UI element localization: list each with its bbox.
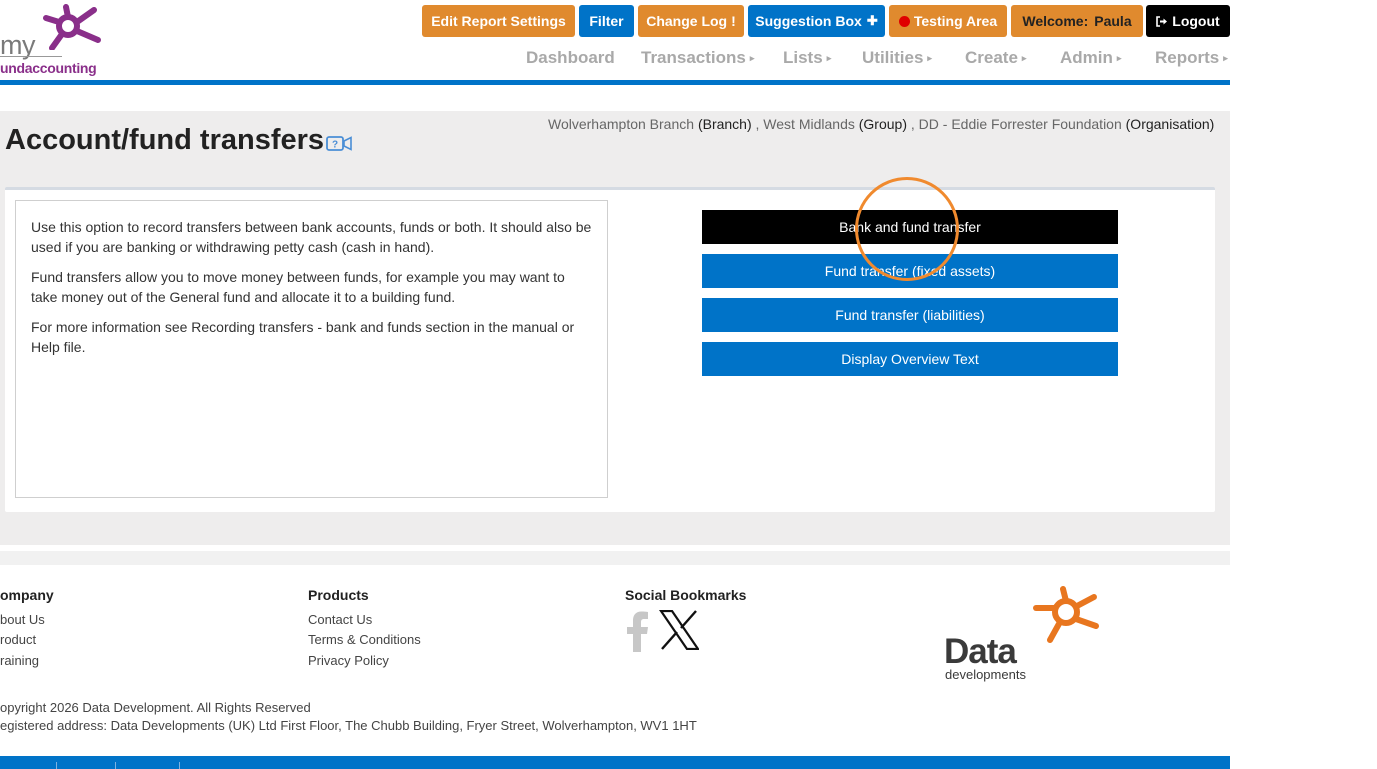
logout-icon bbox=[1156, 15, 1168, 27]
click-highlight-ring bbox=[855, 177, 959, 281]
x-icon[interactable] bbox=[658, 609, 701, 655]
suggestion-box-button[interactable]: Suggestion Box ✚ bbox=[748, 5, 885, 37]
data-logo-mark-icon bbox=[1033, 586, 1099, 643]
change-log-label: Change Log bbox=[646, 13, 728, 29]
footer-company-heading: ompany bbox=[0, 587, 54, 603]
nav-admin[interactable]: Admin ▸ bbox=[1060, 48, 1121, 68]
logout-button[interactable]: Logout bbox=[1146, 5, 1230, 37]
edit-report-settings-label: Edit Report Settings bbox=[431, 13, 566, 29]
footer-social-heading: Social Bookmarks bbox=[625, 587, 747, 603]
nav-reports-label: Reports bbox=[1155, 48, 1220, 67]
footer-products-heading: Products bbox=[308, 587, 369, 603]
svg-text:?: ? bbox=[332, 140, 338, 151]
page-title-text: Account/fund transfers bbox=[5, 124, 325, 156]
welcome-username: Paula bbox=[1094, 13, 1132, 29]
data-logo-sub: developments bbox=[945, 667, 1026, 682]
caret-right-icon: ▸ bbox=[927, 53, 932, 64]
nav-lists-label: Lists bbox=[783, 48, 823, 67]
welcome-user-button[interactable]: Welcome: Paula bbox=[1011, 5, 1143, 37]
change-log-button[interactable]: Change Log ! bbox=[638, 5, 744, 37]
nav-transactions-label: Transactions bbox=[641, 48, 746, 67]
bottom-bar-divider bbox=[115, 762, 116, 769]
nav-admin-label: Admin bbox=[1060, 48, 1113, 67]
nav-dashboard[interactable]: Dashboard bbox=[526, 48, 615, 68]
fund-transfer-liabilities-button[interactable]: Fund transfer (liabilities) bbox=[702, 298, 1118, 332]
branch-name[interactable]: Wolverhampton Branch bbox=[548, 116, 694, 132]
data-logo-word: Data bbox=[944, 632, 1017, 671]
caret-right-icon: ▸ bbox=[826, 53, 832, 64]
testing-area-label: Testing Area bbox=[913, 13, 998, 29]
footer-separator bbox=[0, 551, 1230, 565]
bottom-bar-divider bbox=[56, 762, 57, 769]
caret-right-icon: ▸ bbox=[1116, 53, 1122, 64]
overview-text-box: Use this option to record transfers betw… bbox=[15, 200, 608, 498]
caret-right-icon: ▸ bbox=[1021, 53, 1027, 64]
logout-label: Logout bbox=[1172, 13, 1220, 29]
organisation-type: (Organisation) bbox=[1125, 116, 1215, 132]
filter-button[interactable]: Filter bbox=[579, 5, 634, 37]
context-breadcrumb: Wolverhampton Branch (Branch) , West Mid… bbox=[548, 116, 1215, 132]
exclamation-icon: ! bbox=[731, 13, 736, 29]
help-video-icon[interactable]: ? bbox=[326, 135, 352, 157]
app-logo[interactable]: my undaccounting bbox=[0, 4, 106, 76]
footer-link-privacy[interactable]: Privacy Policy bbox=[308, 653, 389, 668]
footer-copyright: opyright 2026 Data Development. All Righ… bbox=[0, 700, 311, 715]
bottom-bar-divider bbox=[179, 762, 180, 769]
footer-link-contact[interactable]: Contact Us bbox=[308, 612, 372, 627]
footer-link-terms[interactable]: Terms & Conditions bbox=[308, 632, 421, 647]
welcome-prefix: Welcome: bbox=[1022, 13, 1089, 29]
branch-type: (Branch) bbox=[697, 116, 752, 132]
nav-utilities-label: Utilities bbox=[862, 48, 924, 67]
logo-text-accounting: undaccounting bbox=[0, 60, 97, 76]
testing-area-button[interactable]: Testing Area bbox=[889, 5, 1007, 37]
data-developments-logo[interactable]: Data developments bbox=[944, 586, 1114, 684]
header-divider bbox=[0, 80, 1230, 85]
caret-right-icon: ▸ bbox=[749, 53, 755, 64]
footer-address: egistered address: Data Developments (UK… bbox=[0, 718, 697, 733]
overview-paragraph: For more information see Recording trans… bbox=[31, 319, 575, 355]
footer-link-about[interactable]: bout Us bbox=[0, 612, 45, 627]
nav-utilities[interactable]: Utilities ▸ bbox=[862, 48, 932, 68]
filter-label: Filter bbox=[589, 13, 624, 29]
nav-reports[interactable]: Reports ▸ bbox=[1155, 48, 1228, 68]
overview-paragraph: Use this option to record transfers betw… bbox=[31, 219, 592, 255]
suggestion-box-label: Suggestion Box bbox=[755, 13, 862, 29]
nav-transactions[interactable]: Transactions ▸ bbox=[641, 48, 754, 68]
nav-create-label: Create bbox=[965, 48, 1018, 67]
nav-dashboard-label: Dashboard bbox=[526, 48, 615, 67]
organisation-name[interactable]: DD - Eddie Forrester Foundation bbox=[919, 116, 1122, 132]
plus-icon: ✚ bbox=[866, 13, 878, 28]
group-name[interactable]: West Midlands bbox=[763, 116, 855, 132]
red-dot-icon bbox=[898, 15, 910, 27]
nav-create[interactable]: Create ▸ bbox=[965, 48, 1026, 68]
logo-rule bbox=[0, 56, 62, 57]
nav-lists[interactable]: Lists ▸ bbox=[783, 48, 831, 68]
display-overview-text-label: Display Overview Text bbox=[841, 351, 979, 367]
caret-right-icon: ▸ bbox=[1223, 53, 1228, 64]
facebook-icon[interactable] bbox=[626, 610, 650, 657]
group-type: (Group) bbox=[858, 116, 907, 132]
footer-link-training[interactable]: raining bbox=[0, 653, 39, 668]
logo-mark-icon bbox=[43, 4, 101, 50]
overview-paragraph: Fund transfers allow you to move money b… bbox=[31, 269, 565, 305]
fund-transfer-liabilities-label: Fund transfer (liabilities) bbox=[835, 307, 985, 323]
display-overview-text-button[interactable]: Display Overview Text bbox=[702, 342, 1118, 376]
page-title: Account/fund transfers bbox=[5, 124, 324, 157]
footer-link-product[interactable]: roduct bbox=[0, 632, 36, 647]
edit-report-settings-button[interactable]: Edit Report Settings bbox=[422, 5, 575, 37]
footer-bottom-bar bbox=[0, 756, 1230, 769]
